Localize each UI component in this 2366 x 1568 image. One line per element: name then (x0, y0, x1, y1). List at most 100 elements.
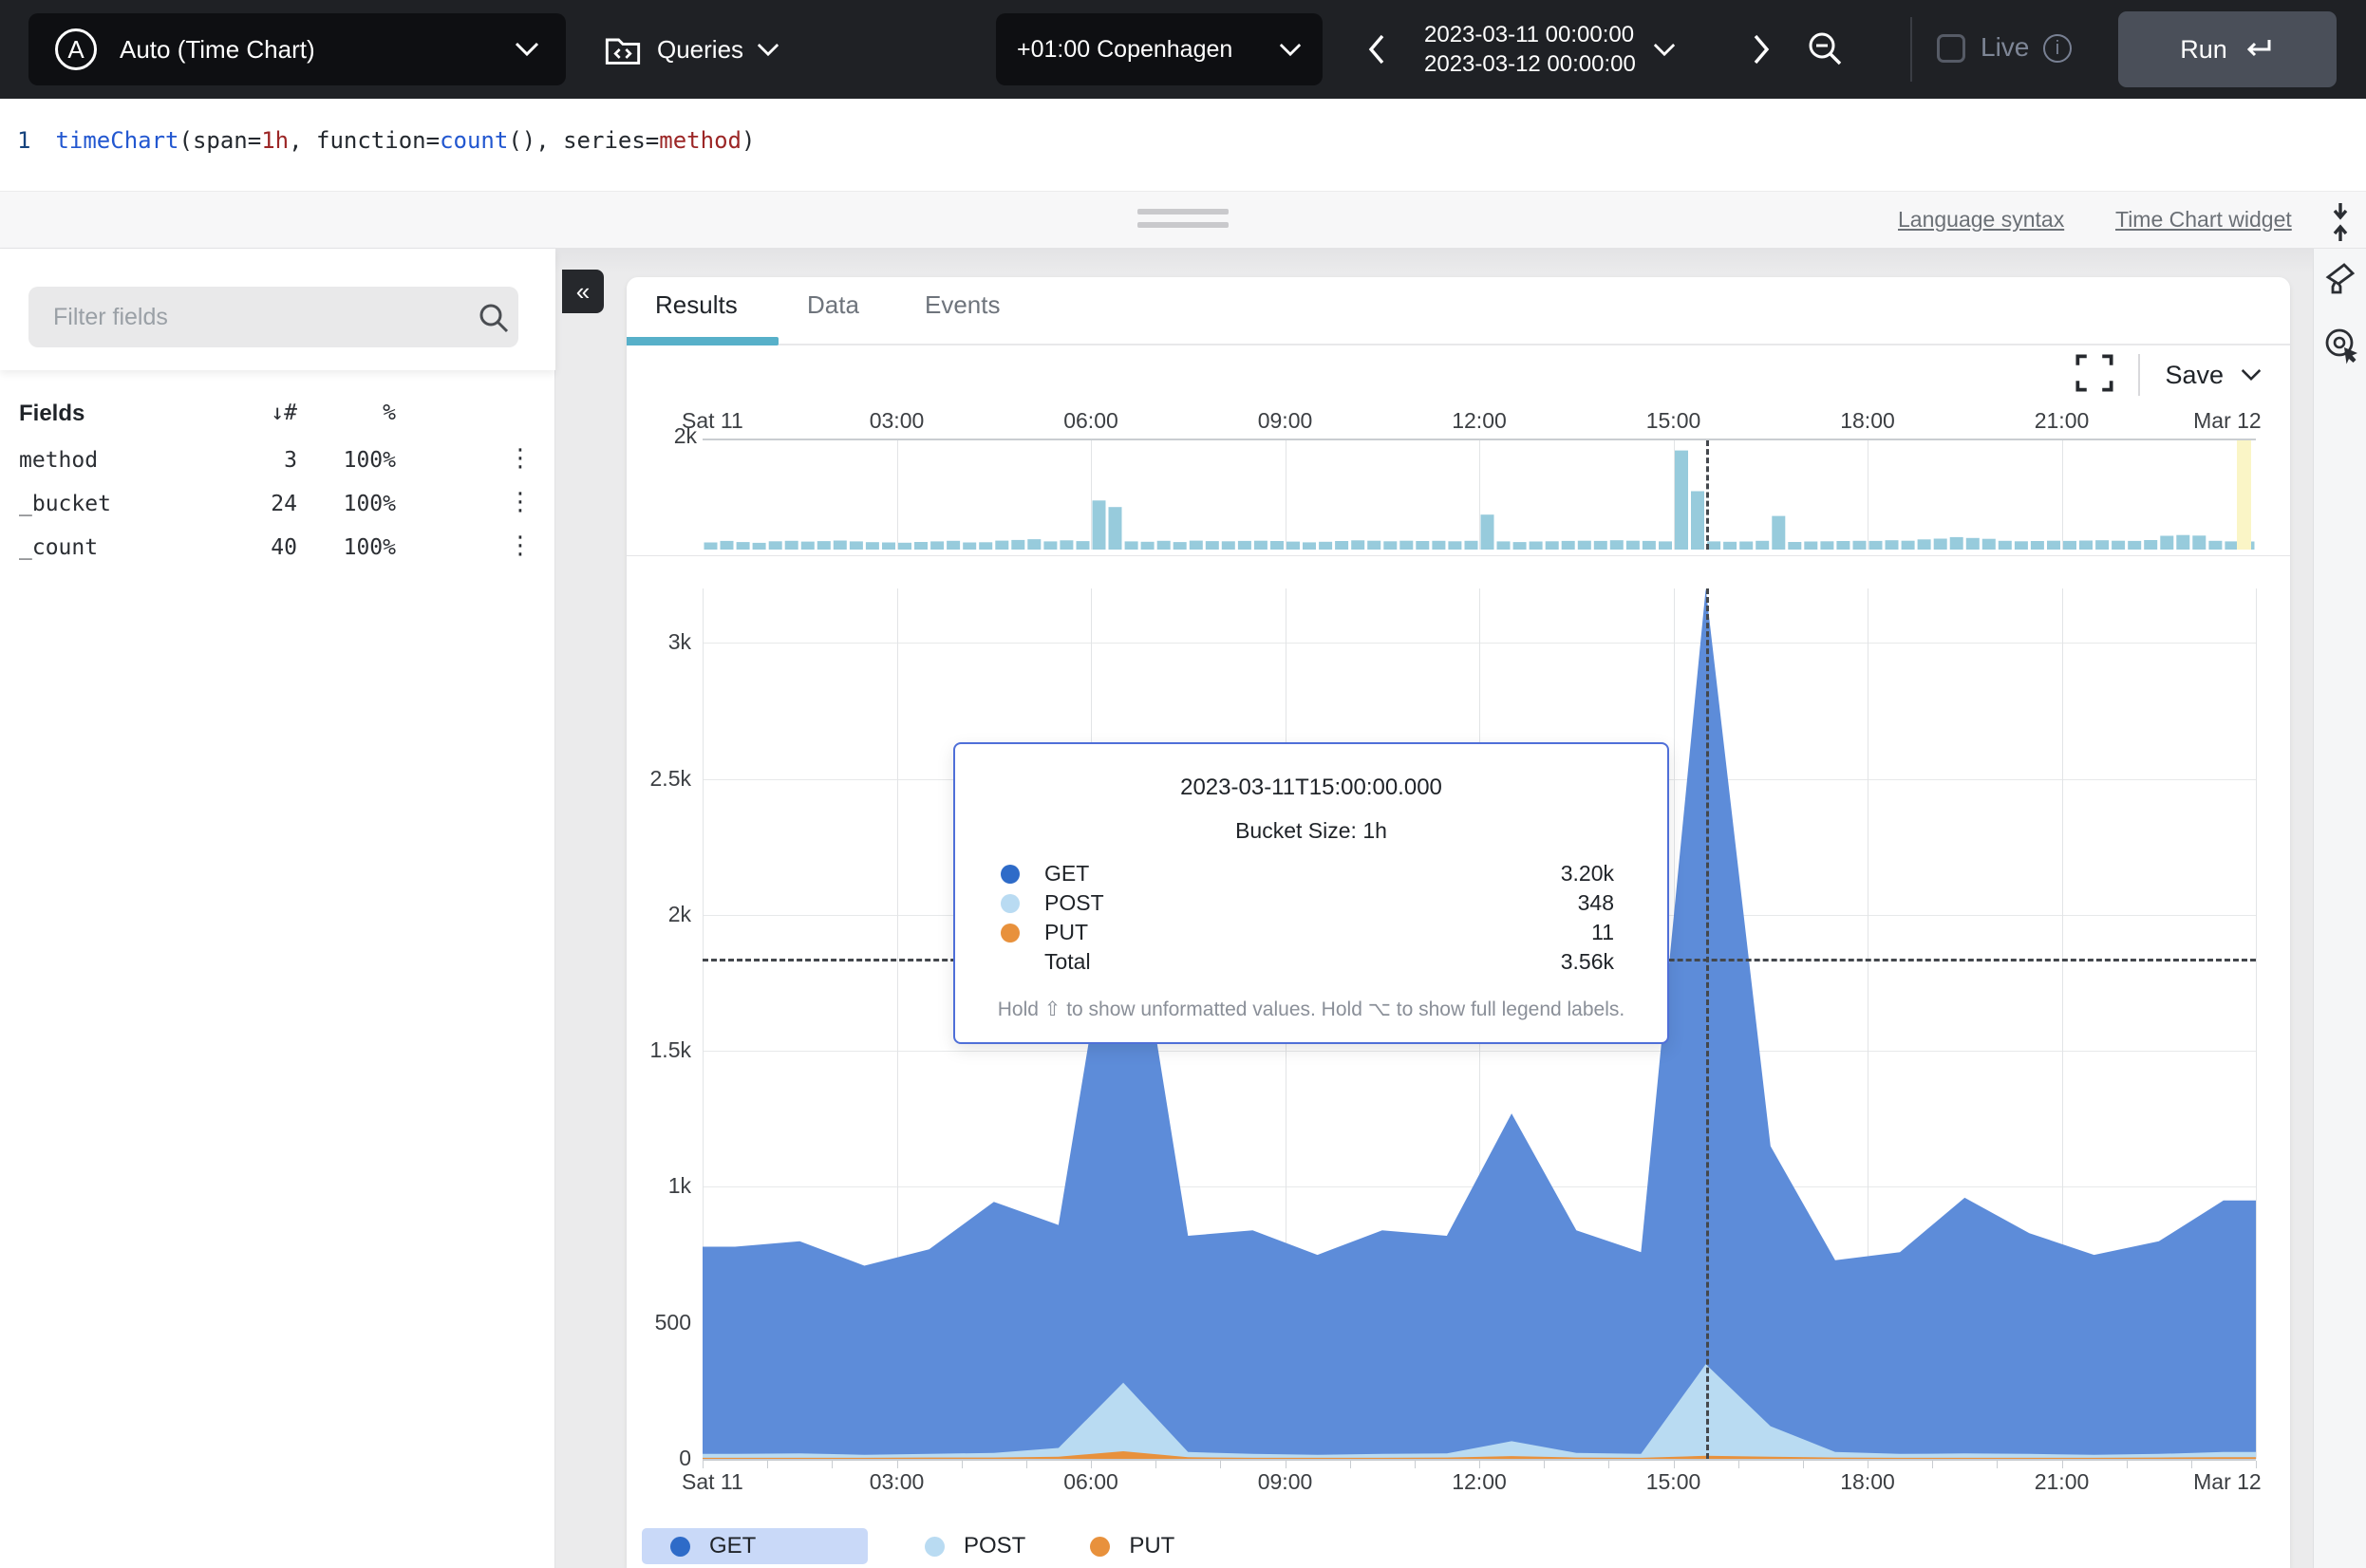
tooltip-bucket-size: Bucket Size: 1h (955, 818, 1667, 844)
toolbar-divider (2138, 354, 2140, 396)
time-back-button[interactable] (1358, 23, 1396, 76)
info-icon[interactable]: i (2043, 34, 2072, 63)
active-tab-indicator (627, 337, 779, 345)
tab-results[interactable]: Results (655, 290, 738, 320)
filter-fields-input[interactable] (28, 287, 518, 347)
chevron-down-icon (757, 43, 779, 57)
tooltip-row: POST348 (1001, 888, 1614, 918)
series-color-dot (1001, 865, 1020, 884)
gridline (897, 440, 898, 550)
save-button[interactable]: Save (2165, 361, 2262, 390)
view-selector-label: Auto (Time Chart) (120, 35, 515, 65)
axis-tick (1932, 1461, 1933, 1468)
axis-tick (1091, 1461, 1092, 1468)
field-row[interactable]: _count40100%⋮ (0, 528, 555, 571)
legend-color-dot (670, 1537, 690, 1557)
axis-tick (1155, 1461, 1156, 1468)
x-tick-label: Mar 12 (2193, 408, 2262, 434)
tab-data[interactable]: Data (807, 290, 859, 320)
time-chart-widget-link[interactable]: Time Chart widget (2115, 207, 2292, 233)
mini-chart-bottom-border (627, 555, 2290, 556)
axis-tick (1674, 1461, 1675, 1468)
interactions-target-icon[interactable] (2323, 327, 2361, 369)
x-tick-label: 09:00 (1258, 408, 1313, 434)
series-color-dot (1001, 894, 1020, 913)
fields-column-header: Fields (19, 401, 84, 427)
chart-toolbar: Save (2075, 353, 2262, 397)
x-tick-label: 06:00 (1063, 408, 1118, 434)
kebab-menu-icon[interactable]: ⋮ (508, 532, 533, 560)
collapse-sidebar-button[interactable]: « (562, 270, 604, 313)
mini-chart-plot[interactable] (703, 439, 2256, 548)
zoom-out-icon[interactable] (1806, 23, 1844, 76)
legend-item-put[interactable]: PUT (1075, 1528, 1190, 1564)
field-row[interactable]: _bucket24100%⋮ (0, 484, 555, 528)
kebab-menu-icon[interactable]: ⋮ (508, 444, 533, 473)
query-token: 1h (261, 127, 289, 154)
x-tick-label: 18:00 (1840, 408, 1895, 434)
field-percent: 100% (344, 535, 396, 560)
tooltip-series-label: Total (1044, 949, 1091, 975)
y-tick-label: 1k (634, 1173, 691, 1199)
axis-tick (897, 1461, 898, 1468)
filter-fields-section (0, 249, 555, 370)
chart-legend: GET POST PUT (642, 1528, 1224, 1564)
x-tick-label: 15:00 (1646, 1469, 1701, 1495)
legend-color-dot (925, 1537, 945, 1557)
time-range-end: 2023-03-12 00:00:00 (1424, 49, 1636, 79)
count-column-header[interactable]: ↓# (271, 401, 297, 425)
x-tick-label: 09:00 (1258, 1469, 1313, 1495)
tab-events[interactable]: Events (925, 290, 1001, 320)
topbar: A Auto (Time Chart) Queries +01:00 Copen… (0, 0, 2366, 99)
axis-tick (703, 1461, 704, 1468)
axis-tick (1479, 1461, 1480, 1468)
view-selector-button[interactable]: A Auto (Time Chart) (28, 13, 566, 85)
language-syntax-link[interactable]: Language syntax (1898, 207, 2064, 233)
style-brush-icon[interactable] (2323, 262, 2357, 301)
save-label: Save (2165, 361, 2224, 390)
x-tick-label: Sat 11 (682, 1469, 743, 1495)
legend-item-post[interactable]: POST (910, 1528, 1041, 1564)
query-text[interactable]: timeChart(span=1h, function=count(), ser… (55, 127, 755, 154)
x-tick-label: 18:00 (1840, 1469, 1895, 1495)
fullscreen-icon[interactable] (2075, 354, 2113, 397)
query-editor[interactable]: 1 timeChart(span=1h, function=count(), s… (0, 99, 2366, 192)
chevron-down-icon (515, 42, 539, 57)
gridline (1091, 440, 1092, 550)
run-button[interactable]: Run (2118, 11, 2337, 87)
time-range-start: 2023-03-11 00:00:00 (1424, 20, 1636, 49)
percent-column-header[interactable]: % (383, 401, 396, 425)
gridline (2256, 588, 2257, 1459)
x-tick-label: 21:00 (2035, 408, 2090, 434)
axis-tick (2127, 1461, 2128, 1468)
time-range-button[interactable]: 2023-03-11 00:00:00 2023-03-12 00:00:00 (1424, 9, 1709, 89)
queries-folder-icon (604, 32, 642, 66)
tooltip-series-value: 11 (1591, 920, 1614, 945)
axis-tick (1608, 1461, 1609, 1468)
drag-handle[interactable] (1137, 209, 1229, 233)
x-tick-label: Mar 12 (2193, 1469, 2262, 1495)
live-checkbox[interactable] (1937, 34, 1965, 63)
fields-table-header: Fields ↓# % (0, 391, 555, 440)
field-row[interactable]: method3100%⋮ (0, 440, 555, 484)
kebab-menu-icon[interactable]: ⋮ (508, 488, 533, 516)
x-tick-label: 15:00 (1646, 408, 1701, 434)
return-icon (2243, 37, 2275, 62)
chart-tooltip: 2023-03-11T15:00:00.000 Bucket Size: 1h … (953, 742, 1669, 1044)
axis-tick (1738, 1461, 1739, 1468)
query-token: timeChart (55, 127, 178, 154)
x-tick-label: Sat 11 (682, 408, 743, 434)
live-edge-highlight (2237, 440, 2251, 550)
field-count: 24 (271, 492, 297, 516)
legend-item-get[interactable]: GET (642, 1528, 868, 1564)
collapse-vertical-icon[interactable] (2324, 201, 2358, 243)
timezone-button[interactable]: +01:00 Copenhagen (996, 13, 1323, 85)
axis-tick (1026, 1461, 1027, 1468)
tooltip-row: PUT11 (1001, 918, 1614, 947)
queries-button[interactable]: Queries (604, 13, 779, 85)
time-forward-button[interactable] (1742, 23, 1780, 76)
series-color-dot (1001, 924, 1020, 943)
query-token: ) (742, 127, 755, 154)
queries-label: Queries (657, 35, 743, 65)
axis-tick (767, 1461, 768, 1468)
